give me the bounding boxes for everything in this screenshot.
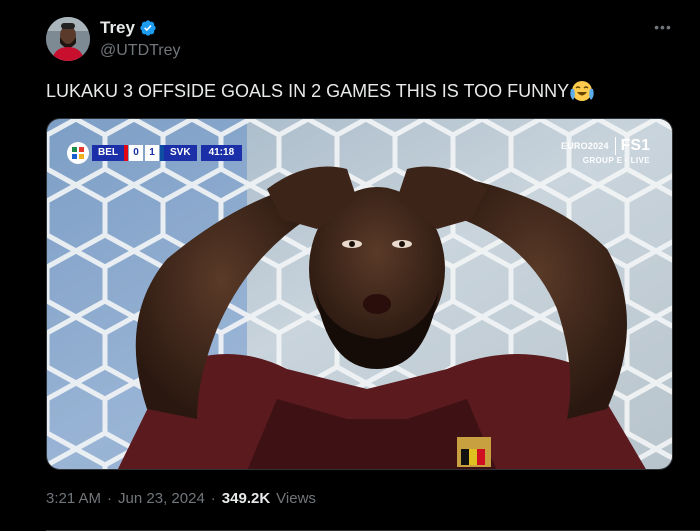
broadcast-overlay: EURO2024 FS1 GROUP E · LIVE xyxy=(561,137,650,165)
euro-logo-icon xyxy=(67,142,89,164)
tweet-text-body: LUKAKU 3 OFFSIDE GOALS IN 2 GAMES THIS I… xyxy=(46,80,570,101)
meta-separator: · xyxy=(210,490,216,507)
tournament-label: EURO2024 xyxy=(561,141,609,151)
match-clock: 41:18 xyxy=(200,145,243,161)
network-logo: FS1 xyxy=(614,137,650,155)
face-with-tears-emoji-icon xyxy=(570,81,594,101)
more-options-icon[interactable]: ••• xyxy=(652,18,674,36)
home-team: BEL xyxy=(92,145,124,161)
views-label: Views xyxy=(276,490,316,507)
home-flag-icon xyxy=(124,145,128,161)
avatar[interactable] xyxy=(46,17,90,61)
avatar-photo-icon xyxy=(46,17,90,61)
display-name[interactable]: Trey xyxy=(100,18,135,38)
tweet-meta: 3:21 AM · Jun 23, 2024 · 349.2K Views xyxy=(46,490,316,507)
tweet: Trey @UTDTrey ••• LUKAKU 3 OFFSIDE GOALS… xyxy=(0,0,700,531)
broadcast-status: GROUP E · LIVE xyxy=(582,156,650,165)
post-time[interactable]: 3:21 AM xyxy=(46,490,101,507)
home-score: 0 xyxy=(129,145,143,161)
author-name-row: Trey xyxy=(100,18,157,38)
scorebug: BEL 0 1 SVK 41:18 xyxy=(67,142,243,164)
tweet-text: LUKAKU 3 OFFSIDE GOALS IN 2 GAMES THIS I… xyxy=(46,80,594,102)
tweet-media-image[interactable]: BEL 0 1 SVK 41:18 EURO2024 FS1 GROUP E ·… xyxy=(46,118,673,470)
views-count[interactable]: 349.2K xyxy=(222,490,270,507)
verified-badge-icon xyxy=(140,20,156,36)
post-date[interactable]: Jun 23, 2024 xyxy=(118,490,205,507)
meta-separator: · xyxy=(107,490,113,507)
away-score: 1 xyxy=(145,145,159,161)
player-photo xyxy=(47,119,672,469)
handle[interactable]: @UTDTrey xyxy=(100,42,181,60)
away-team: SVK xyxy=(164,145,197,161)
